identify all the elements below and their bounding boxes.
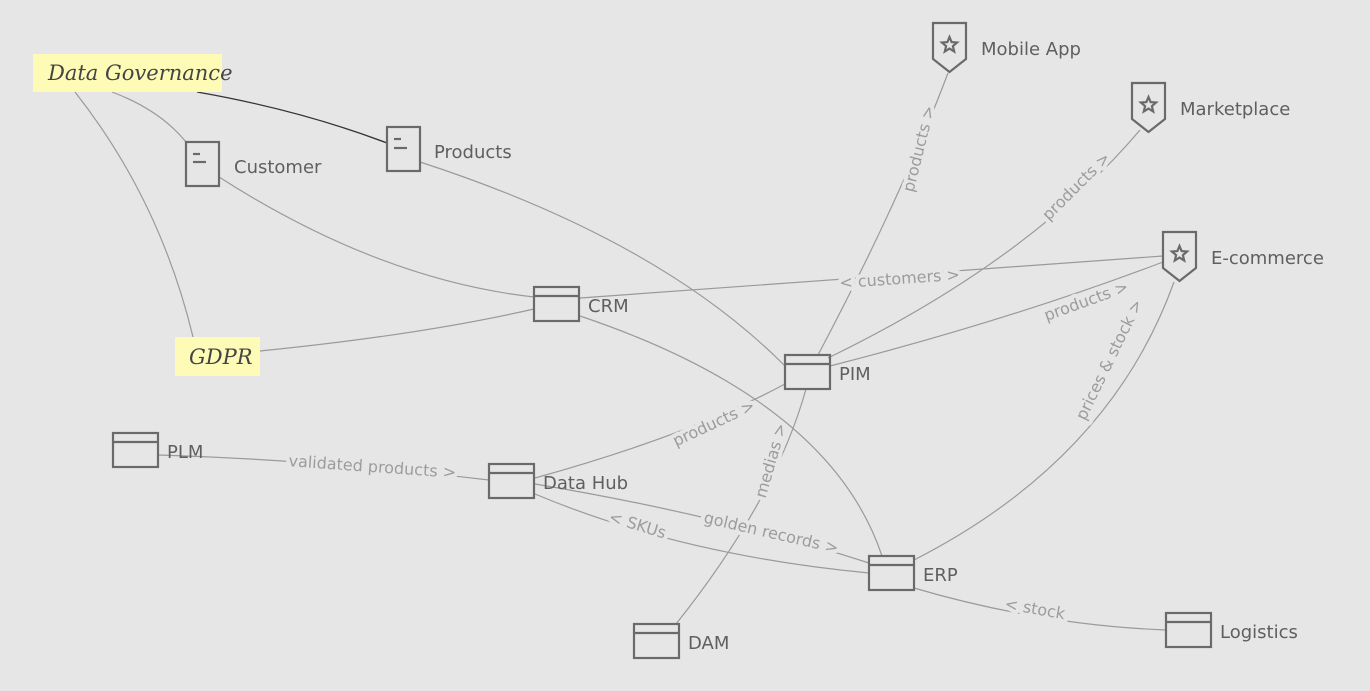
edge-label: medias > bbox=[751, 421, 790, 500]
edge-label: products > bbox=[670, 396, 758, 451]
node-ecommerce[interactable]: E-commerce bbox=[1161, 230, 1324, 283]
edge-label: products > bbox=[899, 103, 939, 193]
node-label: Data Hub bbox=[543, 473, 628, 494]
node-dam[interactable]: DAM bbox=[632, 622, 729, 660]
edge-label: < stock bbox=[1003, 594, 1067, 623]
edge-products-pim[interactable] bbox=[419, 161, 786, 367]
edge-governance-products[interactable] bbox=[196, 91, 388, 144]
edge-label: products > bbox=[1038, 148, 1114, 224]
edge-label: validated products > bbox=[288, 451, 457, 482]
edge-label: < SKUs bbox=[607, 507, 669, 542]
node-label: Mobile App bbox=[981, 39, 1081, 60]
node-label: ERP bbox=[923, 565, 958, 586]
node-label: Customer bbox=[234, 157, 322, 178]
system-icon bbox=[867, 554, 916, 592]
node-plm[interactable]: PLM bbox=[111, 431, 203, 469]
sticky-text: Data Governance bbox=[47, 61, 233, 85]
edge-label: < customers > bbox=[839, 265, 961, 292]
node-logistics[interactable]: Logistics bbox=[1164, 611, 1298, 649]
node-customer[interactable]: Customer bbox=[184, 140, 322, 188]
document-icon bbox=[184, 140, 221, 188]
system-icon bbox=[632, 622, 681, 660]
diagram-canvas[interactable]: < customers > products > products > prod… bbox=[0, 0, 1370, 691]
node-label: Marketplace bbox=[1180, 99, 1290, 120]
star-shield-icon bbox=[931, 21, 968, 74]
sticky-text: GDPR bbox=[189, 345, 253, 369]
system-icon bbox=[783, 353, 832, 391]
node-label: DAM bbox=[688, 633, 729, 654]
sticky-data-governance[interactable]: Data Governance bbox=[33, 54, 233, 92]
node-label: Products bbox=[434, 142, 512, 163]
edge-gdpr-crm[interactable] bbox=[259, 308, 535, 352]
node-label: PLM bbox=[167, 442, 203, 463]
edge-customer-crm[interactable] bbox=[218, 176, 535, 298]
node-datahub[interactable]: Data Hub bbox=[487, 462, 628, 500]
star-shield-icon bbox=[1130, 81, 1167, 134]
node-marketplace[interactable]: Marketplace bbox=[1130, 81, 1290, 134]
system-icon bbox=[487, 462, 536, 500]
node-label: CRM bbox=[588, 296, 629, 317]
node-label: E-commerce bbox=[1211, 248, 1324, 269]
sticky-gdpr[interactable]: GDPR bbox=[175, 337, 260, 376]
node-products[interactable]: Products bbox=[385, 125, 512, 173]
system-icon bbox=[1164, 611, 1213, 649]
node-label: PIM bbox=[839, 364, 871, 385]
edge-label: prices & stock > bbox=[1072, 296, 1147, 423]
edge-governance-customer[interactable] bbox=[111, 91, 187, 143]
node-label: Logistics bbox=[1220, 622, 1298, 643]
node-erp[interactable]: ERP bbox=[867, 554, 958, 592]
document-icon bbox=[385, 125, 422, 173]
node-pim[interactable]: PIM bbox=[783, 353, 871, 391]
edge-label: golden records > bbox=[702, 508, 840, 557]
edge-governance-gdpr[interactable] bbox=[74, 91, 194, 338]
system-icon bbox=[532, 285, 581, 323]
star-shield-icon bbox=[1161, 230, 1198, 283]
node-mobile[interactable]: Mobile App bbox=[931, 21, 1081, 74]
system-icon bbox=[111, 431, 160, 469]
